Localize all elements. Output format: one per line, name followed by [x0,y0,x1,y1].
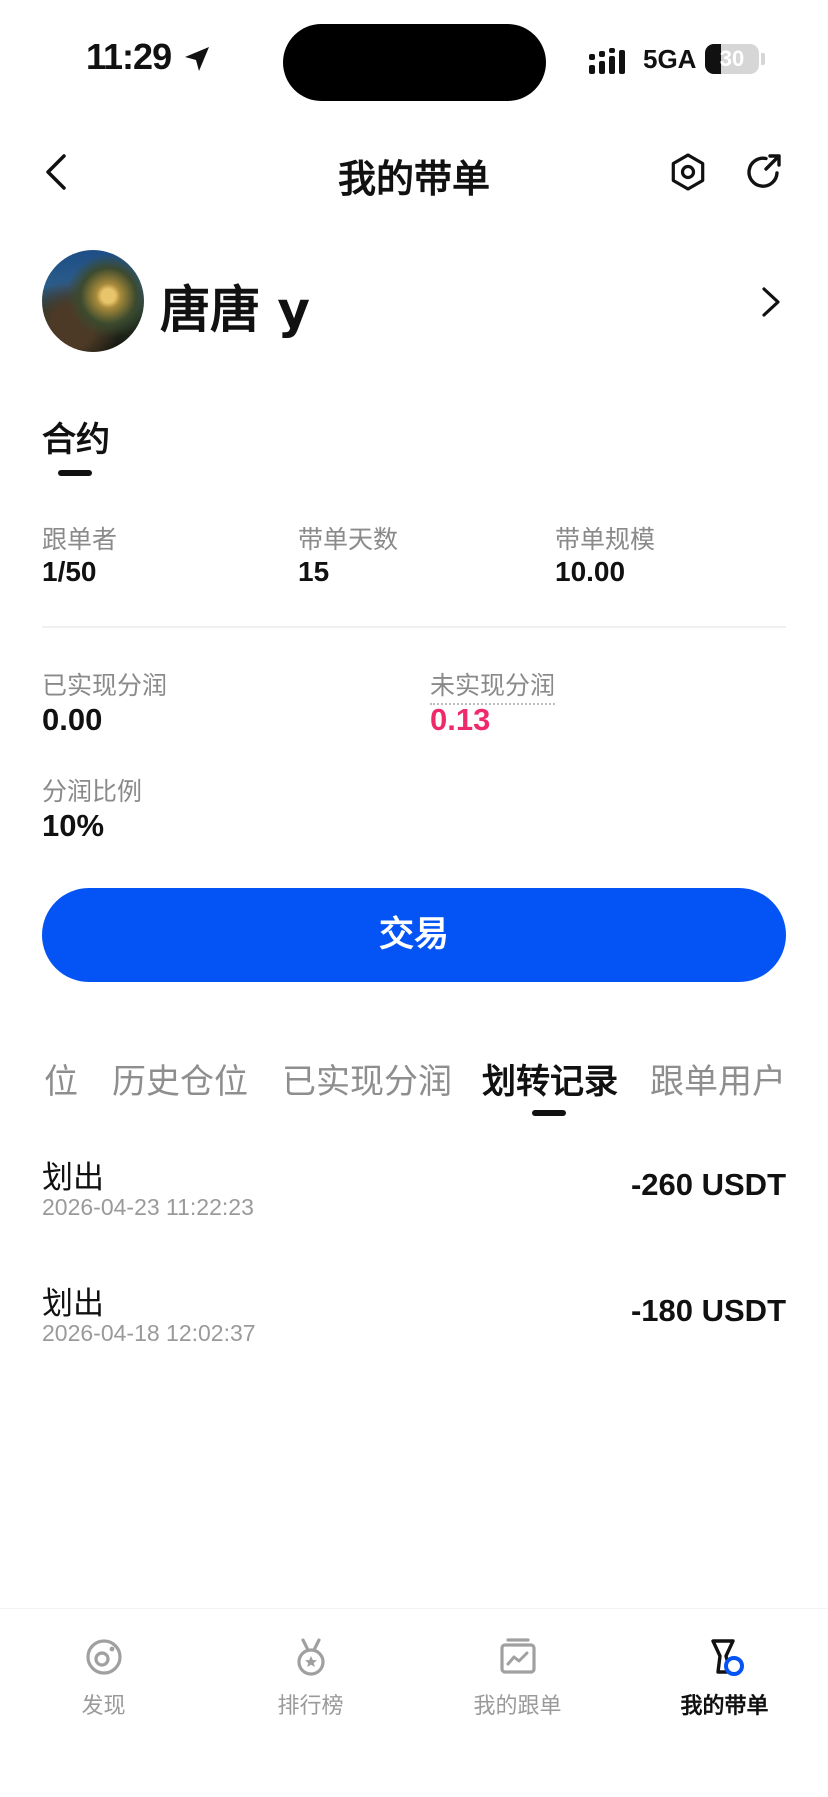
record-time: 2026-04-23 11:22:23 [42,1194,254,1220]
tab-positions[interactable]: 位 [44,1054,78,1103]
battery-icon: 30 [705,44,759,74]
settings-icon[interactable] [668,152,708,192]
lead-size-label: 带单规模 [555,525,656,554]
nav-label: 排行榜 [277,1694,344,1719]
nav-label: 发现 [81,1694,126,1719]
tab-follower-users[interactable]: 跟单用户 [650,1054,786,1103]
lead-days-value: 15 [298,556,330,587]
avatar[interactable] [42,250,144,352]
nav-my-lead-trades[interactable]: 我的带单 [621,1636,828,1720]
profit-share-ratio-value: 10% [42,808,105,843]
discover-icon [85,1639,122,1675]
followers-value: 1/50 [42,556,97,587]
lead-trade-icon [710,1639,744,1676]
battery-tip [761,53,765,65]
tab-contract[interactable]: 合约 [42,412,110,461]
divider [42,626,786,628]
nav-label: 我的带单 [680,1694,769,1719]
tab-history-positions[interactable]: 历史仓位 [112,1054,248,1103]
medal-icon [296,1638,325,1676]
share-icon[interactable] [744,152,784,192]
lead-days-label: 带单天数 [298,525,399,554]
location-arrow-icon [185,47,209,71]
profile-name: 唐唐 y [160,281,310,339]
nav-leaderboard[interactable]: 排行榜 [207,1636,414,1720]
profit-share-ratio-label: 分润比例 [42,777,143,806]
record-type: 划出 [42,1160,104,1196]
dynamic-island [283,24,546,101]
contract-tab-indicator [58,470,92,476]
battery-level: 30 [719,46,745,71]
nav-discover[interactable]: 发现 [0,1636,207,1720]
chart-card-icon [499,1638,536,1674]
record-time: 2026-04-18 12:02:37 [42,1320,256,1346]
unrealized-pnl-value: 0.13 [430,702,491,737]
unrealized-pnl-label[interactable]: 未实现分润 [430,666,556,705]
record-amount: -260 USDT [630,1167,786,1202]
nav-my-copy-trades[interactable]: 我的跟单 [414,1636,621,1720]
network-type: 5GA [643,44,697,74]
trade-button[interactable]: 交易 [42,888,786,982]
signal-icon [589,48,625,74]
chevron-right-icon[interactable] [758,284,784,320]
record-type: 划出 [42,1286,104,1322]
realized-pnl-label: 已实现分润 [42,671,168,700]
active-tab-indicator [532,1110,566,1116]
nav-label: 我的跟单 [473,1694,562,1719]
status-time: 11:29 [86,36,172,77]
tab-realized-pnl[interactable]: 已实现分润 [282,1054,452,1103]
lead-size-value: 10.00 [555,556,626,587]
followers-label: 跟单者 [42,525,118,554]
record-amount: -180 USDT [630,1293,786,1328]
realized-pnl-value: 0.00 [42,702,103,737]
tab-transfer-records[interactable]: 划转记录 [482,1054,618,1103]
